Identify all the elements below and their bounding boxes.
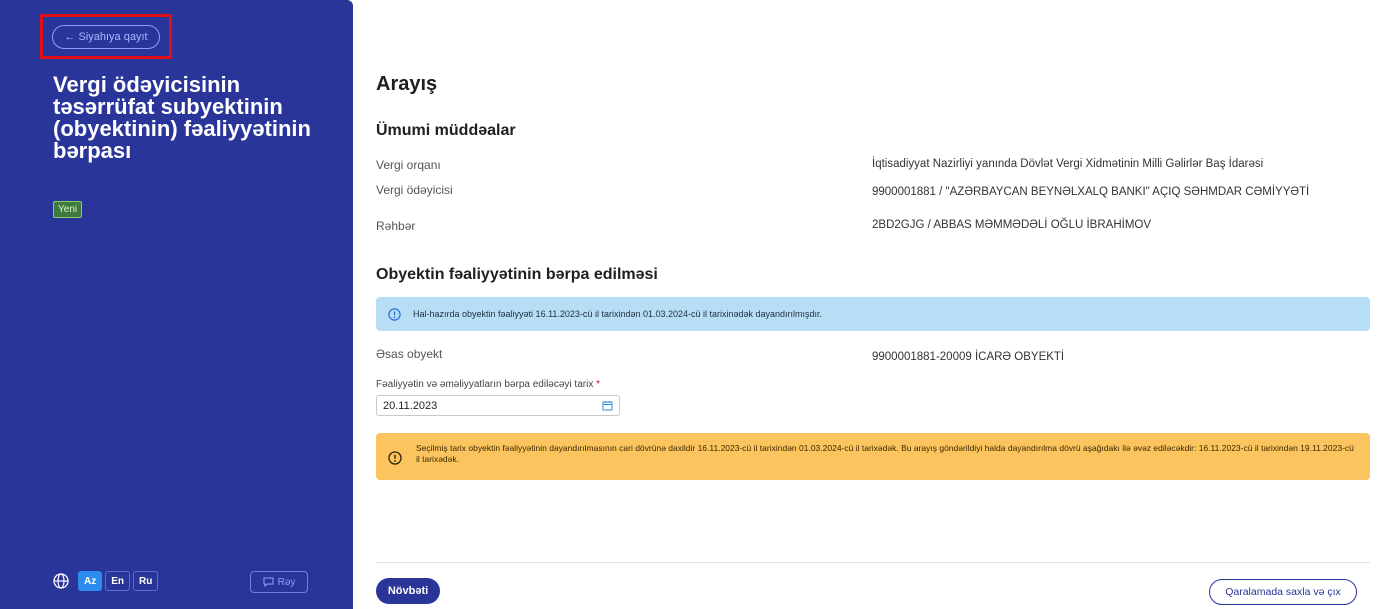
calendar-icon[interactable] <box>602 400 613 411</box>
tax-authority-value: İqtisadiyyat Nazirliyi yanında Dövlət Ve… <box>872 158 1264 170</box>
comment-icon <box>263 577 274 587</box>
warning-icon <box>388 451 402 465</box>
restore-date-value: 20.11.2023 <box>383 399 438 412</box>
manager-value: 2BD2GJG / ABBAS MƏMMƏDƏLİ OĞLU İBRAHİMOV <box>872 219 1152 231</box>
info-icon <box>388 307 401 321</box>
section-title-general: Ümumi müddəalar <box>376 122 516 139</box>
main-content: Arayış Ümumi müddəalar Vergi orqanı İqti… <box>376 0 1370 609</box>
taxpayer-value: 9900001881 / "AZƏRBAYCAN BEYNƏLXALQ BANK… <box>872 186 1310 198</box>
sidebar: ← Siyahıya qayıt Vergi ödəyicisinin təsə… <box>0 0 353 609</box>
save-draft-exit-button[interactable]: Qaralamada saxla və çıx <box>1209 579 1357 605</box>
page-title: Arayış <box>376 73 438 95</box>
warning-alert-text: Seçilmiş tarix obyektin fəaliyyətinin da… <box>416 443 1354 464</box>
feedback-button[interactable]: Rəy <box>250 571 308 593</box>
main-object-value: 9900001881-20009 İCARƏ OBYEKTİ <box>872 351 1065 363</box>
lang-az-button[interactable]: Az <box>78 571 103 591</box>
feedback-label: Rəy <box>277 576 296 588</box>
highlight-box <box>40 14 172 59</box>
globe-icon[interactable] <box>53 573 69 589</box>
tax-authority-label: Vergi orqanı <box>376 158 441 172</box>
taxpayer-label: Vergi ödəyicisi <box>376 183 453 197</box>
next-button[interactable]: Növbəti <box>376 578 440 604</box>
restore-date-label-text: Fəaliyyətin və əməliyyatların bərpa edil… <box>376 379 594 390</box>
restore-date-label: Fəaliyyətin və əməliyyatların bərpa edil… <box>376 379 600 390</box>
info-alert: Hal-hazırda obyektin fəaliyyəti 16.11.20… <box>376 297 1370 331</box>
lang-en-button[interactable]: En <box>105 571 131 591</box>
restore-date-input[interactable]: 20.11.2023 <box>376 395 620 416</box>
sidebar-footer: Az En Ru Rəy <box>53 571 308 595</box>
warning-alert: Seçilmiş tarix obyektin fəaliyyətinin da… <box>376 433 1370 480</box>
manager-label: Rəhbər <box>376 219 416 233</box>
footer-divider <box>376 562 1370 563</box>
info-alert-text: Hal-hazırda obyektin fəaliyyəti 16.11.20… <box>413 309 823 319</box>
required-marker: * <box>596 379 601 390</box>
status-badge: Yeni <box>53 201 83 218</box>
lang-ru-button[interactable]: Ru <box>133 571 159 591</box>
section-title-restore: Obyektin fəaliyyətinin bərpa edilməsi <box>376 266 658 283</box>
language-switcher: Az En Ru <box>78 571 159 591</box>
service-title: Vergi ödəyicisinin təsərrüfat subyektini… <box>53 72 311 163</box>
main-object-label: Əsas obyekt <box>376 347 443 361</box>
